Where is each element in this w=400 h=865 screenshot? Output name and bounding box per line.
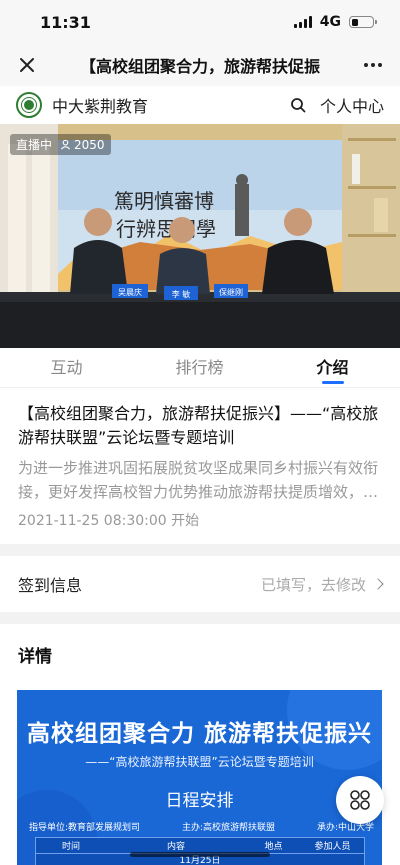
status-bar: 11:31 4G <box>0 0 400 44</box>
checkin-label: 签到信息 <box>18 576 83 595</box>
home-indicator <box>130 852 270 857</box>
tab-leaderboard[interactable]: 排行榜 <box>133 348 266 388</box>
signal-icon <box>293 16 312 28</box>
poster-table-header: 时间 内容 地点 参加人员 <box>36 838 364 853</box>
floating-menu-button[interactable] <box>336 776 384 824</box>
status-indicators: 4G <box>293 14 377 30</box>
intro-section: 【高校组团聚合力，旅游帮扶促振兴】——“高校旅游帮扶联盟”云论坛暨专题培训 为进… <box>0 388 400 544</box>
poster-col-content: 内容 <box>166 842 185 852</box>
nameplate-1: 吴晨庆 <box>118 287 142 297</box>
viewer-count: 2050 <box>60 138 105 152</box>
checkin-status[interactable]: 已填写，去修改 <box>261 574 366 595</box>
title-bar: 【高校组团聚合力，旅游帮扶促振 <box>0 44 400 86</box>
site-header: 中大紫荆教育 个人中心 <box>0 86 400 124</box>
tab-introduction[interactable]: 介绍 <box>266 348 399 388</box>
search-icon <box>291 98 306 113</box>
event-start-time: 2021-11-25 08:30:00 开始 <box>18 513 200 529</box>
backdrop-calligraphy-left: 篤明慎審博 <box>114 189 214 213</box>
event-poster: 高校组团聚合力 旅游帮扶促振兴 ——“高校旅游帮扶联盟”云论坛暨专题培训 日程安… <box>17 690 382 865</box>
details-heading: 详情 <box>18 647 52 667</box>
details-section: 详情 高校组团聚合力 旅游帮扶促振兴 ——“高校旅游帮扶联盟”云论坛暨专题培训 … <box>0 624 400 865</box>
more-button[interactable] <box>346 44 400 86</box>
viewer-icon <box>60 139 71 150</box>
search-button[interactable] <box>284 91 312 119</box>
poster-schedule-table: 时间 内容 地点 参加人员 11月25日 <box>35 837 365 865</box>
poster-col-attendees: 参加人员 <box>314 842 351 852</box>
battery-icon <box>349 16 377 28</box>
nameplate-2: 李 敏 <box>172 289 191 299</box>
live-video-player[interactable]: 篤明慎審博 行辨思問學 吴晨庆 李 敏 保继刚 直播中 2050 <box>0 124 400 348</box>
close-button[interactable] <box>0 44 54 86</box>
poster-title: 高校组团聚合力 旅游帮扶促振兴 <box>26 721 372 747</box>
chevron-right-icon <box>372 578 384 590</box>
poster-org-host: 主办:高校旅游帮扶联盟 <box>181 823 276 833</box>
poster-org-guide: 指导单位:教育部发展规划司 <box>29 823 141 833</box>
video-frame: 篤明慎審博 行辨思問學 吴晨庆 李 敏 保继刚 <box>0 124 400 348</box>
event-title: 【高校组团聚合力，旅游帮扶促振兴】——“高校旅游帮扶联盟”云论坛暨专题培训 <box>18 404 379 447</box>
live-badge: 直播中 2050 <box>10 134 111 155</box>
live-status: 直播中 <box>16 138 53 152</box>
network-type: 4G <box>319 14 341 30</box>
more-icon <box>364 63 368 67</box>
tab-interaction[interactable]: 互动 <box>0 348 133 388</box>
grid-menu-icon <box>350 790 370 810</box>
status-time: 11:31 <box>40 12 91 32</box>
poster-organizers: 指导单位:教育部发展规划司 主办:高校旅游帮扶联盟 承办:中山大学 <box>29 820 374 833</box>
poster-schedule-heading: 日程安排 <box>165 791 234 811</box>
viewer-count-value: 2050 <box>74 137 105 152</box>
checkin-row[interactable]: 签到信息 已填写，去修改 <box>0 556 400 612</box>
backdrop-calligraphy-right: 行辨思問學 <box>116 217 216 241</box>
tab-bar: 互动 排行榜 介绍 <box>0 348 400 388</box>
poster-subtitle: ——“高校旅游帮扶联盟”云论坛暨专题培训 <box>85 755 314 769</box>
site-name[interactable]: 中大紫荆教育 <box>52 93 284 117</box>
close-icon <box>20 58 34 72</box>
poster-col-time: 时间 <box>61 842 80 852</box>
logo-icon[interactable] <box>16 92 42 118</box>
poster-col-location: 地点 <box>264 842 283 852</box>
page-title: 【高校组团聚合力，旅游帮扶促振 <box>79 57 320 76</box>
event-description[interactable]: 为进一步推进巩固拓展脱贫攻坚成果同乡村振兴有效衔接，更好发挥高校智力优势推动旅游… <box>18 456 382 504</box>
nameplate-3: 保继刚 <box>219 287 243 297</box>
user-center-link[interactable]: 个人中心 <box>320 93 384 117</box>
